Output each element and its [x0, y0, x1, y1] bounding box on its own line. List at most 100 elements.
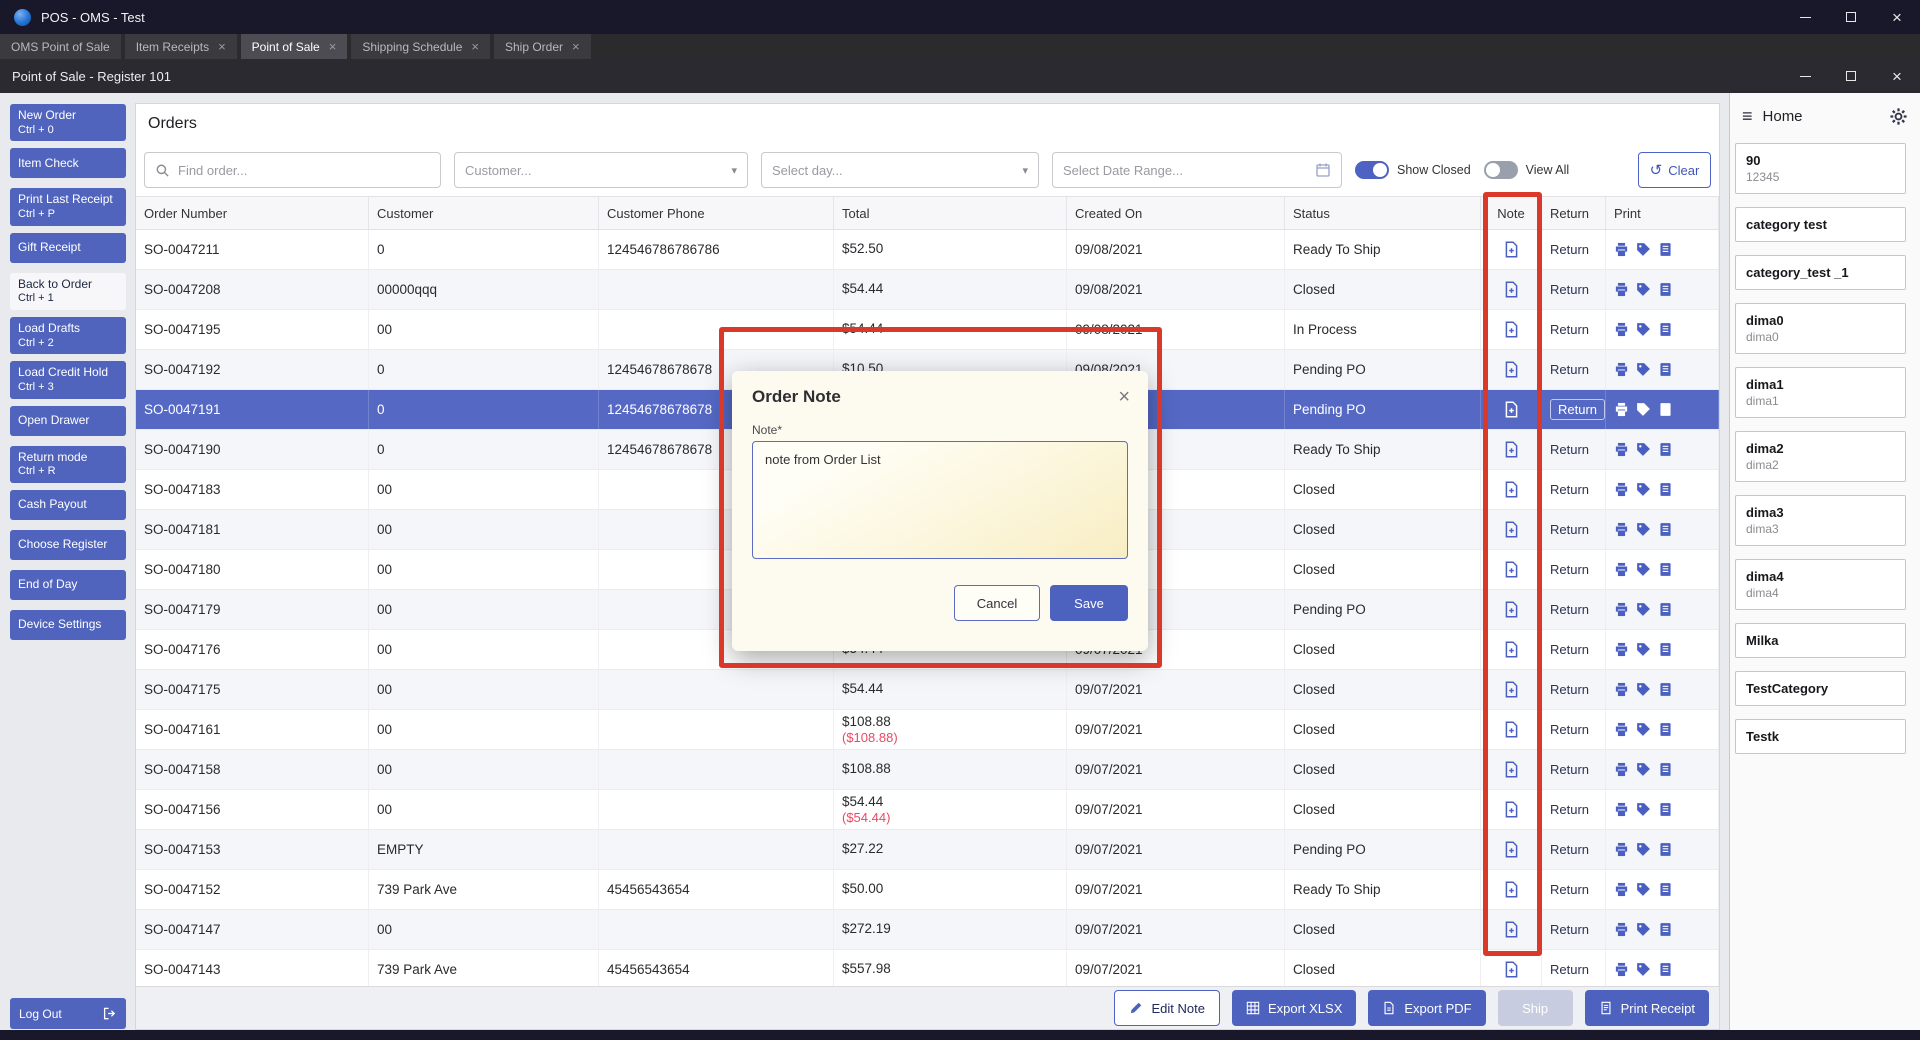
sidebar-item-choose-register[interactable]: Choose Register — [10, 530, 126, 560]
table-row[interactable]: SO-004715600$54.44($54.44)09/07/2021Clos… — [136, 790, 1719, 830]
return-link[interactable]: Return — [1550, 282, 1589, 297]
printer-icon[interactable] — [1614, 522, 1629, 537]
sidebar-item-item-check[interactable]: Item Check — [10, 148, 126, 178]
note-add-icon[interactable] — [1503, 441, 1520, 458]
printer-icon[interactable] — [1614, 722, 1629, 737]
receipt-list-icon[interactable] — [1658, 882, 1673, 897]
sidebar-item-back-to-order[interactable]: Back to OrderCtrl + 1 — [10, 273, 126, 310]
table-row[interactable]: SO-004719500$54.4409/08/2021In ProcessRe… — [136, 310, 1719, 350]
note-add-icon[interactable] — [1503, 881, 1520, 898]
register-close-button[interactable]: × — [1874, 59, 1920, 93]
return-link[interactable]: Return — [1550, 562, 1589, 577]
note-add-icon[interactable] — [1503, 841, 1520, 858]
category-card-milka[interactable]: Milka — [1735, 623, 1906, 658]
return-link[interactable]: Return — [1550, 399, 1605, 420]
note-add-icon[interactable] — [1503, 401, 1520, 418]
note-textarea[interactable]: note from Order List — [752, 441, 1128, 559]
receipt-list-icon[interactable] — [1658, 402, 1673, 417]
receipt-list-icon[interactable] — [1658, 482, 1673, 497]
printer-icon[interactable] — [1614, 362, 1629, 377]
printer-icon[interactable] — [1614, 602, 1629, 617]
tab-close-icon[interactable]: × — [471, 40, 479, 53]
category-card-category-test[interactable]: category test — [1735, 207, 1906, 242]
clear-button[interactable]: ↺ Clear — [1638, 152, 1711, 188]
tab-point-of-sale[interactable]: Point of Sale× — [241, 34, 348, 59]
printer-icon[interactable] — [1614, 442, 1629, 457]
receipt-list-icon[interactable] — [1658, 722, 1673, 737]
table-row[interactable]: SO-0047143739 Park Ave45456543654$557.98… — [136, 950, 1719, 986]
search-input[interactable] — [178, 163, 430, 178]
printer-icon[interactable] — [1614, 682, 1629, 697]
column-header-note[interactable]: Note — [1481, 197, 1542, 229]
printer-icon[interactable] — [1614, 562, 1629, 577]
note-add-icon[interactable] — [1503, 961, 1520, 978]
table-row[interactable]: SO-004715800$108.8809/07/2021ClosedRetur… — [136, 750, 1719, 790]
receipt-list-icon[interactable] — [1658, 562, 1673, 577]
return-link[interactable]: Return — [1550, 682, 1589, 697]
receipt-list-icon[interactable] — [1658, 922, 1673, 937]
printer-icon[interactable] — [1614, 922, 1629, 937]
tag-icon[interactable] — [1636, 282, 1651, 297]
receipt-list-icon[interactable] — [1658, 282, 1673, 297]
column-header-customer[interactable]: Customer — [369, 197, 599, 229]
column-header-created-on[interactable]: Created On — [1067, 197, 1285, 229]
sidebar-item-return-mode[interactable]: Return modeCtrl + R — [10, 446, 126, 483]
tab-oms-point-of-sale[interactable]: OMS Point of Sale — [0, 34, 121, 59]
close-button[interactable]: × — [1874, 0, 1920, 34]
tag-icon[interactable] — [1636, 322, 1651, 337]
table-row[interactable]: SO-0047152739 Park Ave45456543654$50.000… — [136, 870, 1719, 910]
printer-icon[interactable] — [1614, 962, 1629, 977]
tag-icon[interactable] — [1636, 442, 1651, 457]
column-header-total[interactable]: Total — [834, 197, 1067, 229]
return-link[interactable]: Return — [1550, 522, 1589, 537]
return-link[interactable]: Return — [1550, 922, 1589, 937]
sidebar-item-device-settings[interactable]: Device Settings — [10, 610, 126, 640]
note-add-icon[interactable] — [1503, 561, 1520, 578]
note-add-icon[interactable] — [1503, 721, 1520, 738]
return-link[interactable]: Return — [1550, 762, 1589, 777]
tag-icon[interactable] — [1636, 842, 1651, 857]
printer-icon[interactable] — [1614, 402, 1629, 417]
printer-icon[interactable] — [1614, 642, 1629, 657]
receipt-list-icon[interactable] — [1658, 802, 1673, 817]
tag-icon[interactable] — [1636, 802, 1651, 817]
tag-icon[interactable] — [1636, 722, 1651, 737]
date-range-picker[interactable]: Select Date Range... — [1052, 152, 1342, 188]
return-link[interactable]: Return — [1550, 882, 1589, 897]
printer-icon[interactable] — [1614, 802, 1629, 817]
receipt-list-icon[interactable] — [1658, 362, 1673, 377]
table-row[interactable]: SO-004714700$272.1909/07/2021ClosedRetur… — [136, 910, 1719, 950]
return-link[interactable]: Return — [1550, 442, 1589, 457]
tab-item-receipts[interactable]: Item Receipts× — [125, 34, 237, 59]
sidebar-item-load-drafts[interactable]: Load DraftsCtrl + 2 — [10, 317, 126, 354]
note-add-icon[interactable] — [1503, 681, 1520, 698]
printer-icon[interactable] — [1614, 282, 1629, 297]
order-search-field[interactable] — [144, 152, 441, 188]
table-row[interactable]: SO-004717500$54.4409/07/2021ClosedReturn — [136, 670, 1719, 710]
day-select[interactable]: Select day... ▾ — [761, 152, 1039, 188]
column-header-order-number[interactable]: Order Number — [136, 197, 369, 229]
receipt-list-icon[interactable] — [1658, 602, 1673, 617]
note-add-icon[interactable] — [1503, 481, 1520, 498]
return-link[interactable]: Return — [1550, 482, 1589, 497]
sidebar-item-cash-payout[interactable]: Cash Payout — [10, 490, 126, 520]
register-minimize-button[interactable] — [1782, 59, 1828, 93]
sidebar-item-end-of-day[interactable]: End of Day — [10, 570, 126, 600]
column-header-customer-phone[interactable]: Customer Phone — [599, 197, 834, 229]
note-add-icon[interactable] — [1503, 641, 1520, 658]
tab-close-icon[interactable]: × — [329, 40, 337, 53]
maximize-button[interactable] — [1828, 0, 1874, 34]
receipt-list-icon[interactable] — [1658, 642, 1673, 657]
return-link[interactable]: Return — [1550, 322, 1589, 337]
save-button[interactable]: Save — [1050, 585, 1128, 621]
tag-icon[interactable] — [1636, 762, 1651, 777]
sidebar-item-print-last-receipt[interactable]: Print Last ReceiptCtrl + P — [10, 188, 126, 225]
tag-icon[interactable] — [1636, 562, 1651, 577]
logout-button[interactable]: Log Out — [10, 998, 126, 1029]
tab-shipping-schedule[interactable]: Shipping Schedule× — [351, 34, 490, 59]
table-row[interactable]: SO-004720800000qqq$54.4409/08/2021Closed… — [136, 270, 1719, 310]
printer-icon[interactable] — [1614, 322, 1629, 337]
tag-icon[interactable] — [1636, 922, 1651, 937]
printer-icon[interactable] — [1614, 882, 1629, 897]
return-link[interactable]: Return — [1550, 842, 1589, 857]
